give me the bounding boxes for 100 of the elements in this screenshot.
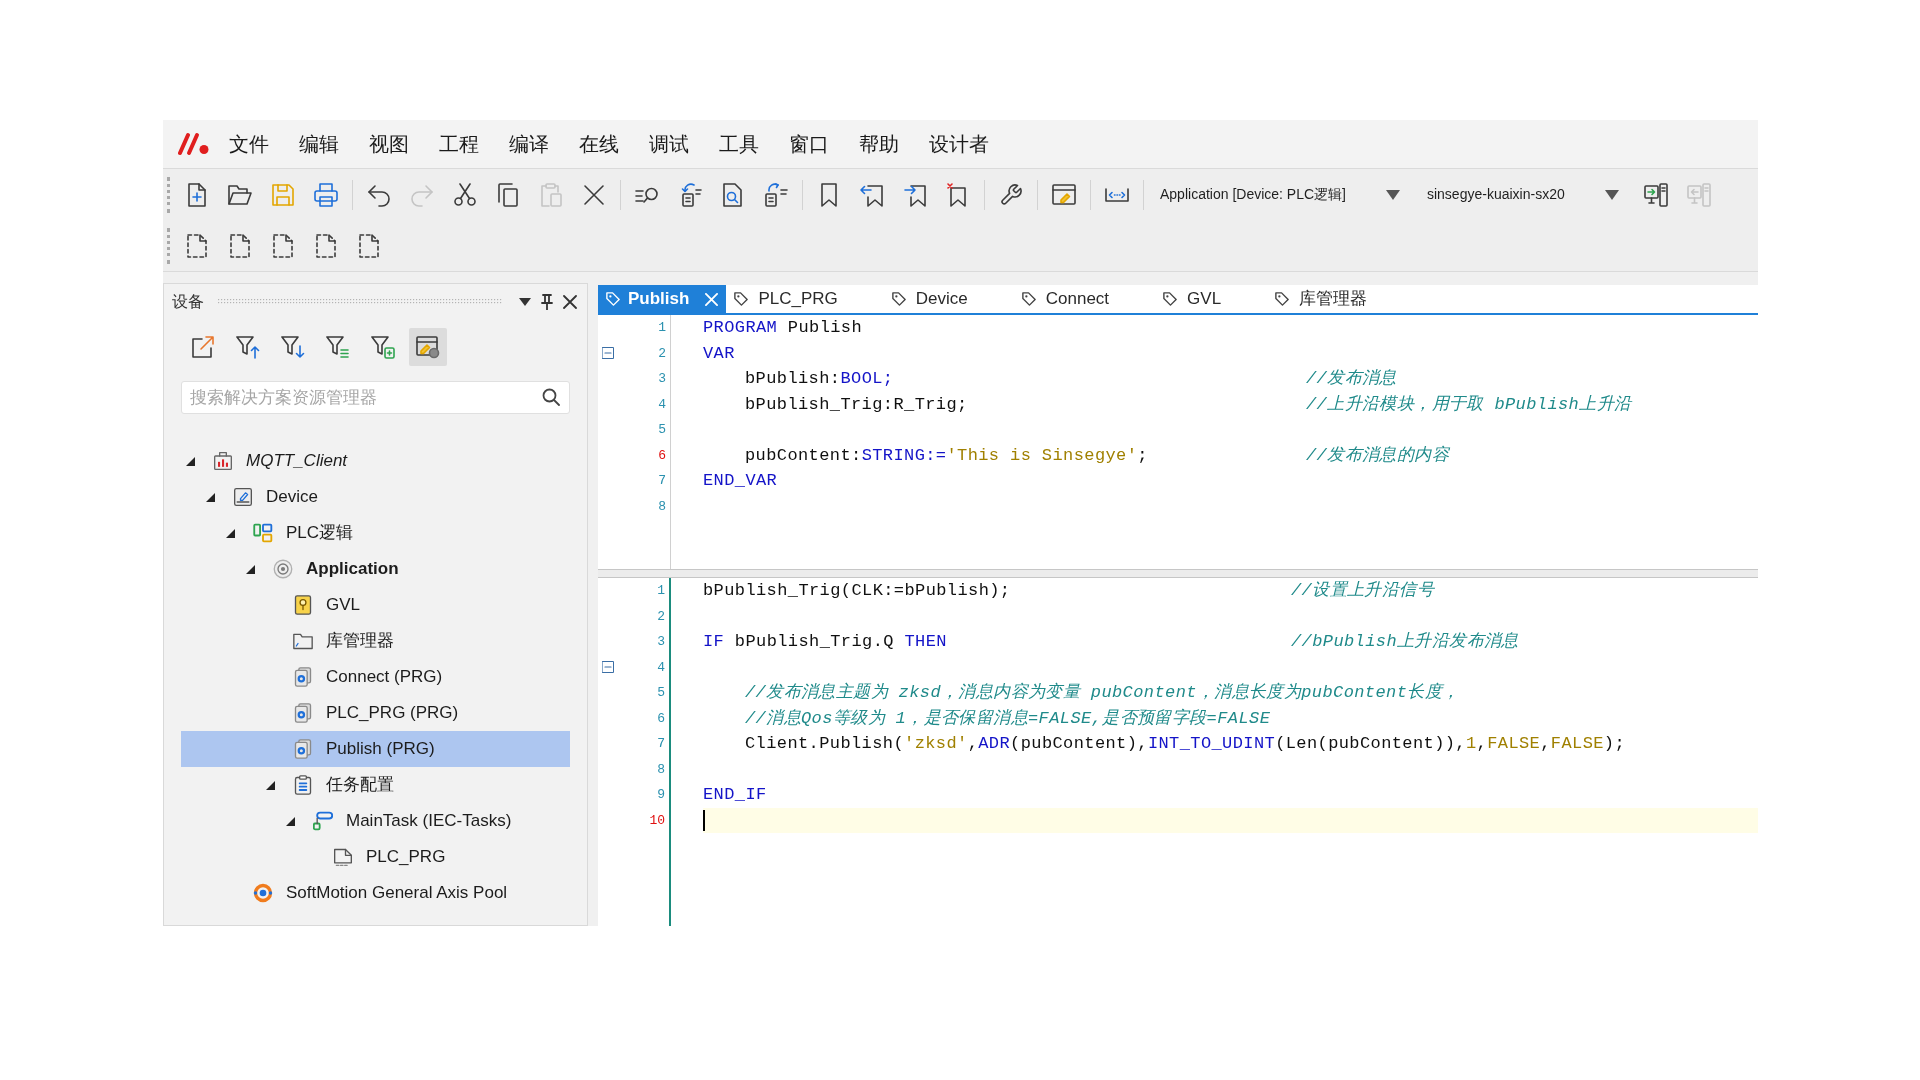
combo-box[interactable]: Application [Device: PLC逻辑]: [1152, 178, 1412, 211]
tag-icon: [1275, 292, 1290, 306]
menu-item[interactable]: 文件: [214, 126, 284, 162]
code-line: bPublish_Trig(CLK:=bPublish);: [703, 580, 1011, 602]
expanded-arrow-icon[interactable]: [225, 528, 235, 538]
code-line: END_VAR: [703, 470, 778, 492]
text-cursor: [703, 809, 705, 831]
pin-icon[interactable]: [541, 293, 553, 310]
tree-label[interactable]: Connect (PRG): [326, 664, 443, 690]
expanded-arrow-icon[interactable]: [205, 492, 215, 502]
menu-item[interactable]: 调试: [634, 126, 704, 162]
editor-tab[interactable]: 库管理器: [1267, 285, 1414, 313]
funnel-square-icon: [371, 335, 395, 359]
line-number: 9: [657, 786, 665, 804]
expanded-arrow-icon[interactable]: [245, 564, 255, 574]
tree-label[interactable]: MainTask (IEC-Tasks): [346, 808, 512, 834]
document-disc-icon: [293, 703, 313, 723]
line-number: 1: [657, 582, 665, 600]
dropdown-arrow-icon[interactable]: [519, 297, 531, 306]
line-number: 5: [658, 421, 666, 439]
toolbar-grip[interactable]: [167, 176, 170, 213]
menu-item[interactable]: 在线: [564, 126, 634, 162]
funnel-lines-icon: [326, 335, 350, 359]
chart-box-icon: [213, 451, 233, 471]
menu-item[interactable]: 工具: [704, 126, 774, 162]
editor-tab[interactable]: Publish: [598, 285, 727, 313]
tree-label[interactable]: PLC_PRG (PRG): [326, 700, 459, 726]
code-line: //消息Qos等级为 1，是否保留消息=FALSE,是否预留字段=FALSE: [745, 707, 1271, 730]
logo-icon: [178, 132, 210, 156]
panel-title: 设备: [172, 291, 204, 312]
code-line: VAR: [703, 342, 735, 365]
document-disc-icon: [293, 667, 313, 687]
selected-tree-row[interactable]: Publish (PRG): [181, 731, 570, 767]
editor-tab[interactable]: PLC_PRG: [726, 285, 884, 313]
combo-box[interactable]: sinsegye-kuaixin-sx20: [1418, 178, 1631, 211]
line-number: 10: [649, 811, 665, 830]
line-number: 8: [658, 497, 666, 516]
tree-label[interactable]: PLC逻辑: [286, 520, 354, 546]
panel-tool-button[interactable]: [409, 328, 447, 366]
line-number: 6: [657, 709, 665, 728]
code-line: //发布消息主题为 zksd，消息内容为变量 pubContent，消息长度为pubContent长度，: [745, 681, 1460, 704]
line-number: 8: [657, 760, 665, 779]
panel-grip[interactable]: [218, 298, 503, 305]
tag-icon: [734, 292, 749, 306]
editor-tab[interactable]: Device: [883, 285, 1014, 313]
window-pencil-icon: [416, 335, 440, 359]
dropdown-arrow-icon: [1385, 189, 1400, 200]
code-line: END_IF: [703, 784, 767, 806]
collapse-icon[interactable]: [601, 661, 614, 674]
tree-label[interactable]: PLC_PRG: [366, 844, 446, 870]
collapse-icon[interactable]: [601, 347, 614, 360]
tree-label[interactable]: Application: [306, 556, 399, 582]
colored-blocks-icon: [253, 523, 273, 543]
line-number: 6: [658, 446, 666, 465]
editor-tab[interactable]: GVL: [1155, 285, 1268, 313]
line-number: 1: [658, 319, 666, 337]
code-line: bPublish_Trig:R_Trig;: [745, 393, 968, 416]
menu-item[interactable]: 编译: [494, 126, 564, 162]
tree-label[interactable]: Device: [266, 484, 318, 510]
expanded-arrow-icon[interactable]: [285, 816, 295, 826]
code-comment: //上升沿模块，用于取 bPublish上升沿: [1306, 393, 1632, 416]
tree-label[interactable]: GVL: [326, 592, 361, 618]
funnel-down-arrow-icon: [281, 335, 305, 359]
tag-icon: [891, 292, 906, 306]
line-number: 4: [657, 658, 665, 677]
toolbar-grip[interactable]: [167, 227, 170, 264]
tree-label[interactable]: MQTT_Client: [246, 448, 348, 474]
line-number: 5: [657, 684, 665, 702]
menu-item[interactable]: 视图: [354, 126, 424, 162]
menu-item[interactable]: 工程: [424, 126, 494, 162]
tree-label[interactable]: 任务配置: [326, 772, 394, 798]
search-icon: [542, 388, 560, 406]
line-number: 3: [657, 633, 665, 651]
tag-icon: [1163, 292, 1178, 306]
code-line: PROGRAM Publish: [703, 317, 863, 339]
menu-item[interactable]: 编辑: [284, 126, 354, 162]
code-line: IF bPublish_Trig.Q THEN: [703, 631, 947, 653]
code-line: bPublish:BOOL;: [745, 368, 894, 390]
menu-item[interactable]: 设计者: [914, 126, 1004, 162]
editor-tab[interactable]: Connect: [1013, 285, 1156, 313]
menu-item[interactable]: 帮助: [844, 126, 914, 162]
folded-document-icon: [333, 847, 353, 867]
bulb-document-icon: [293, 595, 313, 615]
tree-label[interactable]: SoftMotion General Axis Pool: [286, 880, 508, 906]
tree-label[interactable]: Publish (PRG): [326, 736, 435, 762]
device-pencil-icon: [233, 487, 253, 507]
expanded-arrow-icon[interactable]: [185, 456, 195, 466]
dropdown-arrow-icon: [1604, 189, 1619, 200]
line-number: 2: [657, 607, 665, 626]
close-icon[interactable]: [563, 294, 577, 309]
menu-item[interactable]: 窗口: [774, 126, 844, 162]
line-number: 2: [658, 344, 666, 363]
concentric-circles-icon: [273, 559, 293, 579]
folder-icon: [293, 631, 313, 651]
document-disc-icon: [293, 739, 313, 759]
search-field[interactable]: 搜索解决方案资源管理器: [181, 381, 570, 414]
code-comment: //bPublish上升沿发布消息: [1291, 631, 1519, 653]
expanded-arrow-icon[interactable]: [265, 780, 275, 790]
code-line: pubContent:STRING:='This is Sinsegye';: [745, 444, 1148, 467]
tree-label[interactable]: 库管理器: [326, 628, 394, 654]
